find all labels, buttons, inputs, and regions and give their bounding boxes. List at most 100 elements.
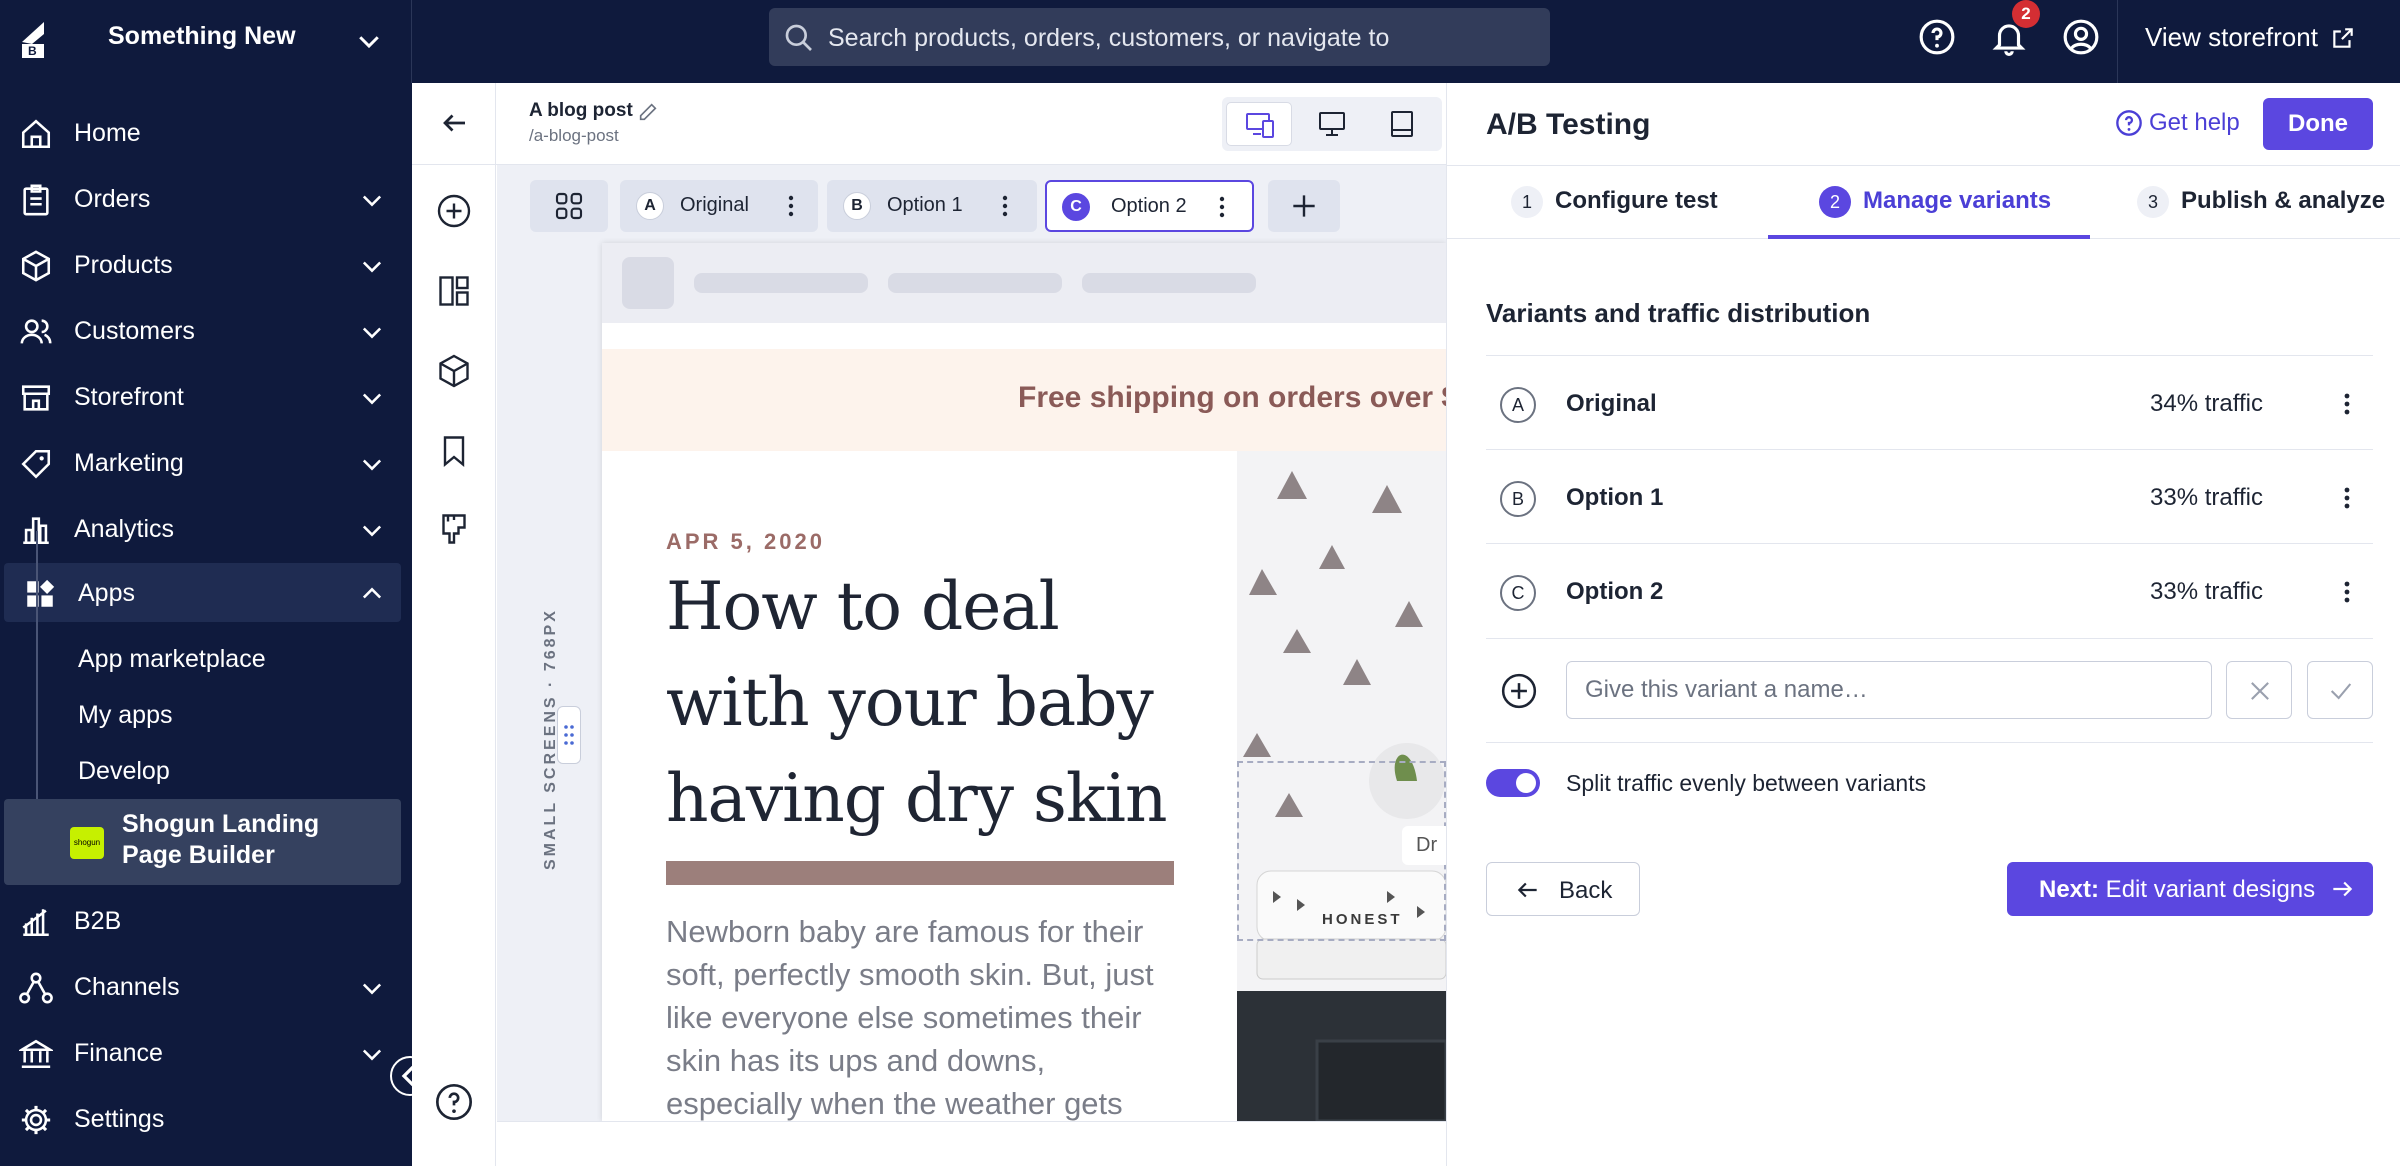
search-icon — [785, 24, 812, 51]
sidebar-subitem-my-apps[interactable]: My apps — [78, 701, 172, 730]
sidebar-item-label: Marketing — [74, 449, 184, 477]
variant-tab-original[interactable]: A Original — [620, 180, 818, 232]
tablet-view-button[interactable] — [1369, 102, 1435, 146]
canvas-footer — [497, 1121, 1446, 1166]
bookmark-icon[interactable] — [436, 433, 472, 469]
kebab-menu-icon[interactable] — [786, 192, 796, 220]
variant-tab-option-1[interactable]: B Option 1 — [827, 180, 1037, 232]
back-button[interactable]: Back — [1486, 862, 1640, 916]
sidebar-subitem-develop[interactable]: Develop — [78, 757, 170, 786]
edit-pencil-icon[interactable] — [637, 101, 659, 123]
kebab-menu-icon[interactable] — [2342, 576, 2352, 608]
chevron-down-icon — [362, 459, 382, 471]
post-headline: How to deal with your baby having dry sk… — [666, 568, 1168, 837]
active-step-indicator — [1768, 235, 2090, 239]
arrow-left-icon[interactable] — [440, 108, 470, 138]
check-icon — [2330, 683, 2352, 700]
topbar-divider — [2117, 0, 2118, 83]
kebab-menu-icon[interactable] — [2342, 388, 2352, 420]
sidebar-item-analytics[interactable]: Analytics — [0, 499, 412, 559]
search-placeholder: Search products, orders, customers, or n… — [828, 24, 1390, 52]
desktop-view-button[interactable] — [1299, 102, 1365, 146]
variants-overview-button[interactable] — [530, 180, 608, 232]
add-circle-icon[interactable] — [1500, 672, 1538, 710]
variant-letter: A — [636, 192, 664, 220]
kebab-menu-icon[interactable] — [1000, 192, 1010, 220]
get-help-link[interactable]: Get help — [2115, 109, 2240, 137]
sidebar-item-finance[interactable]: Finance — [0, 1023, 412, 1083]
sidebar-item-label: Channels — [74, 973, 180, 1001]
close-icon — [2251, 682, 2269, 700]
back-label: Back — [1559, 877, 1613, 904]
variant-tab-option-2[interactable]: C Option 2 — [1045, 180, 1254, 232]
view-storefront-label: View storefront — [2145, 22, 2318, 52]
responsive-view-button[interactable] — [1226, 102, 1292, 146]
sidebar-item-label: Apps — [78, 579, 135, 607]
arrow-left-icon — [1517, 882, 1537, 898]
sidebar-subitem-app-marketplace[interactable]: App marketplace — [78, 645, 266, 674]
variant-tab-label: Option 2 — [1111, 195, 1187, 217]
help-icon — [2116, 110, 2142, 136]
skeleton-nav — [1082, 273, 1256, 293]
help-icon[interactable] — [434, 1082, 474, 1122]
sidebar-item-orders[interactable]: Orders — [0, 169, 412, 229]
account-icon[interactable] — [2062, 18, 2100, 56]
sidebar-item-label: Analytics — [74, 515, 175, 543]
screen-size-caption: SMALL SCREENS · 768PX — [542, 608, 559, 870]
store-switcher[interactable]: B Something New — [0, 0, 412, 83]
bigcommerce-logo-icon: B — [22, 22, 44, 58]
split-traffic-toggle[interactable] — [1486, 769, 1540, 797]
layout-icon[interactable] — [436, 273, 472, 309]
variant-name: Option 1 — [1566, 484, 1664, 511]
variant-traffic: 34% traffic — [2150, 390, 2263, 417]
sidebar-item-customers[interactable]: Customers — [0, 301, 412, 361]
b2b-icon — [22, 909, 49, 937]
variant-name: Option 2 — [1566, 578, 1664, 605]
cancel-variant-button[interactable] — [2226, 661, 2292, 719]
global-search[interactable]: Search products, orders, customers, or n… — [769, 8, 1550, 66]
cube-icon — [21, 250, 51, 282]
get-help-label: Get help — [2149, 109, 2240, 136]
variant-traffic: 33% traffic — [2150, 578, 2263, 605]
next-label-bold: Next: — [2039, 876, 2100, 903]
chevron-down-icon — [359, 36, 379, 49]
step-manage-variants[interactable]: 2 Manage variants — [1819, 165, 2051, 239]
resize-drag-handle[interactable] — [557, 706, 581, 764]
add-element-icon[interactable] — [436, 193, 472, 229]
chevron-down-icon — [362, 1049, 382, 1061]
done-button[interactable]: Done — [2263, 98, 2373, 150]
plus-icon — [1293, 195, 1315, 217]
responsive-devices-icon — [1246, 113, 1274, 138]
add-variant-tab-button[interactable] — [1268, 180, 1340, 232]
chevron-down-icon — [362, 261, 382, 273]
step-publish-analyze[interactable]: 3 Publish & analyze — [2137, 165, 2385, 239]
view-storefront-link[interactable]: View storefront — [2145, 22, 2356, 53]
divider-bar — [666, 861, 1174, 885]
sidebar-item-marketing[interactable]: Marketing — [0, 433, 412, 493]
confirm-variant-button[interactable] — [2307, 661, 2373, 719]
sidebar-item-products[interactable]: Products — [0, 235, 412, 295]
variant-tab-label: Original — [680, 194, 749, 216]
paint-brush-icon[interactable] — [436, 511, 472, 547]
step-configure-test[interactable]: 1 Configure test — [1511, 165, 1718, 239]
sidebar-item-settings[interactable]: Settings — [0, 1089, 412, 1149]
sidebar-item-label: Settings — [74, 1105, 165, 1133]
desktop-icon — [1319, 112, 1345, 136]
sidebar-item-b2b[interactable]: B2B — [0, 891, 412, 951]
kebab-menu-icon[interactable] — [1217, 193, 1227, 221]
variant-name-input[interactable] — [1566, 661, 2212, 719]
sidebar-item-label: Storefront — [74, 383, 184, 411]
sidebar-item-home[interactable]: Home — [0, 103, 412, 163]
help-icon[interactable] — [1918, 18, 1956, 56]
page-title: A blog post — [529, 100, 633, 121]
cube-icon[interactable] — [436, 353, 472, 389]
sidebar-item-apps[interactable]: Apps — [4, 563, 401, 622]
sidebar-item-channels[interactable]: Channels — [0, 957, 412, 1017]
next-edit-variant-designs-button[interactable]: Next: Edit variant designs — [2007, 862, 2373, 916]
sidebar-subitem-shogun[interactable]: shogun Shogun Landing Page Builder — [4, 799, 401, 885]
sidebar-item-storefront[interactable]: Storefront — [0, 367, 412, 427]
variant-row: B Option 1 33% traffic — [1486, 449, 2373, 543]
arrow-right-icon — [2333, 881, 2353, 897]
kebab-menu-icon[interactable] — [2342, 482, 2352, 514]
page-preview[interactable]: Free shipping on orders over $50 APR 5, … — [602, 243, 1446, 1121]
